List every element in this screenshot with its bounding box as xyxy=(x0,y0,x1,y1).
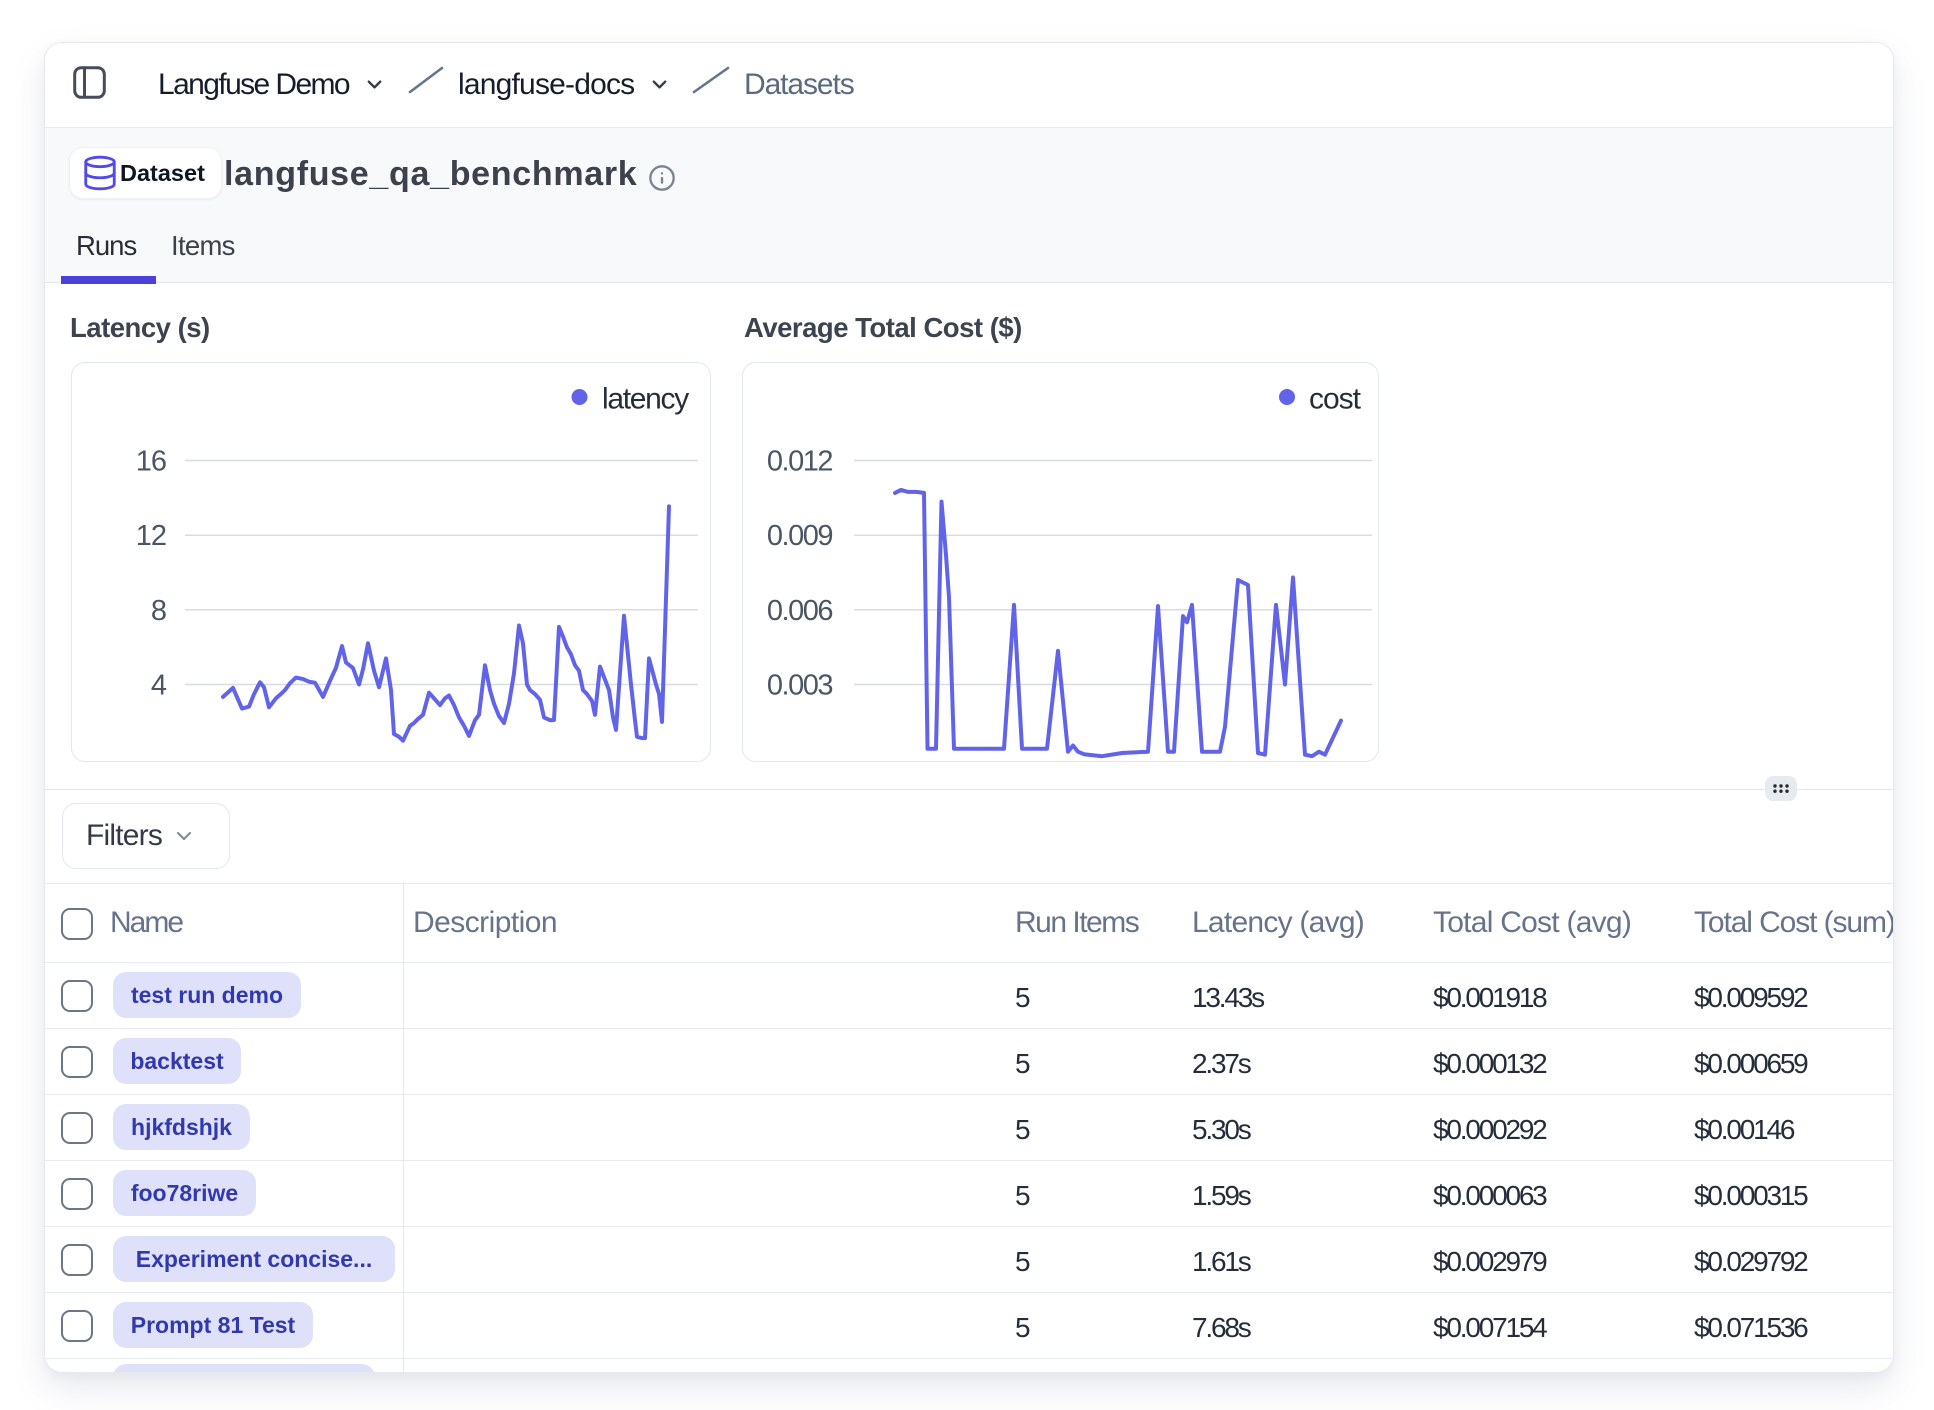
svg-text:0.012: 0.012 xyxy=(767,446,832,478)
svg-text:latency: latency xyxy=(602,383,689,416)
svg-text:0.009: 0.009 xyxy=(767,520,832,552)
svg-text:8: 8 xyxy=(151,595,166,627)
svg-text:12: 12 xyxy=(136,520,166,552)
svg-text:4: 4 xyxy=(151,670,167,702)
svg-text:0.006: 0.006 xyxy=(767,595,832,627)
svg-text:0.003: 0.003 xyxy=(767,670,832,702)
svg-text:16: 16 xyxy=(136,446,166,478)
svg-text:cost: cost xyxy=(1309,383,1362,416)
